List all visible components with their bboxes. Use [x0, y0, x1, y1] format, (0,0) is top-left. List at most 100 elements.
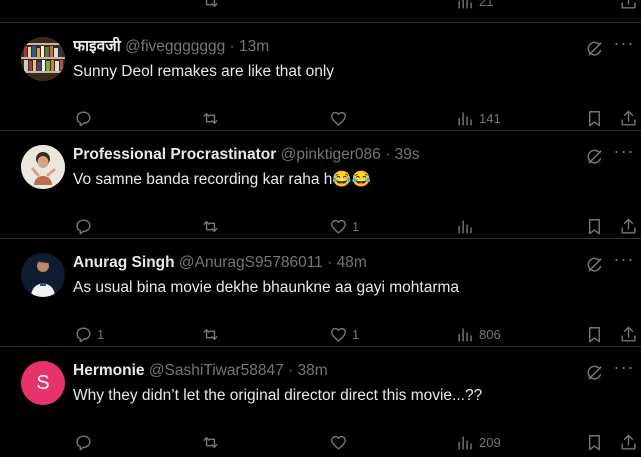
display-name[interactable]: Anurag Singh	[73, 254, 175, 271]
retweet-button[interactable]	[201, 325, 224, 344]
previous-tweet-fragment: 21	[0, 0, 641, 23]
retweet-button[interactable]	[201, 109, 224, 128]
tweet[interactable]: Anurag Singh @AnuragS95786011 · 48m ··· …	[0, 239, 641, 347]
views-button[interactable]: 806	[456, 325, 501, 344]
like-button[interactable]: 1	[329, 325, 359, 344]
more-options-button[interactable]: ···	[613, 142, 635, 165]
bookmark-icon	[589, 219, 600, 235]
tweet-header: Anurag Singh @AnuragS95786011 · 48m	[73, 253, 561, 273]
timestamp[interactable]: 48m	[337, 254, 367, 271]
views-count: 806	[479, 327, 501, 342]
views-button[interactable]: 209	[456, 433, 501, 452]
timestamp[interactable]: 39s	[395, 146, 420, 163]
like-count: 1	[352, 219, 360, 234]
reply-button[interactable]	[74, 217, 97, 236]
reply-button[interactable]	[74, 433, 97, 452]
reply-button[interactable]	[74, 109, 97, 128]
retweet-button[interactable]	[201, 433, 224, 452]
grok-icon[interactable]	[585, 39, 605, 59]
bookmark-icon	[589, 327, 600, 343]
display-name[interactable]: Hermonie	[73, 362, 145, 379]
user-handle[interactable]: @fiveggggggg	[125, 38, 225, 55]
share-button[interactable]	[619, 433, 638, 452]
grok-icon[interactable]	[585, 363, 605, 383]
like-button[interactable]	[329, 109, 352, 128]
tweet-header: Hermonie @SashiTiwar58847 · 38m	[73, 361, 561, 381]
timestamp[interactable]: 13m	[239, 38, 269, 55]
bookmark-icon	[589, 435, 600, 451]
separator: ·	[229, 38, 235, 55]
reply-icon	[76, 327, 91, 343]
share-button[interactable]	[619, 325, 638, 344]
heart-icon	[331, 111, 346, 126]
more-options-button[interactable]: ···	[613, 34, 635, 57]
timestamp[interactable]: 38m	[298, 362, 328, 379]
retweet-icon[interactable]	[201, 0, 220, 11]
views-icon	[458, 112, 472, 126]
share-icon	[621, 218, 636, 234]
share-icon	[621, 434, 636, 450]
user-handle[interactable]: @pinktiger086	[281, 146, 381, 163]
tweet-header: Professional Procrastinator @pinktiger08…	[73, 145, 561, 165]
separator: ·	[327, 254, 333, 271]
tweet-actions: 209	[0, 433, 641, 457]
more-options-button[interactable]: ···	[613, 358, 635, 381]
tweet-text: Why they didn’t let the original directo…	[73, 387, 483, 404]
tweet[interactable]: S Hermonie @SashiTiwar58847 · 38m ··· Wh…	[0, 347, 641, 451]
retweet-icon	[203, 221, 218, 232]
reply-icon	[76, 219, 91, 235]
avatar[interactable]	[21, 253, 65, 297]
tweet-text: Vo samne banda recording kar raha h😂😂	[73, 171, 371, 188]
retweet-icon	[203, 113, 218, 124]
bookmark-icon	[589, 111, 600, 127]
avatar[interactable]: S	[21, 361, 65, 405]
views-count: 209	[479, 435, 501, 450]
separator: ·	[385, 146, 391, 163]
views-icon	[458, 220, 472, 234]
like-button[interactable]: 1	[329, 217, 359, 236]
views-button[interactable]: 21	[456, 0, 493, 11]
share-icon[interactable]	[619, 0, 638, 11]
bookmark-button[interactable]	[585, 325, 604, 344]
bookmark-button[interactable]	[585, 109, 604, 128]
bookshelf-avatar-icon	[21, 37, 65, 81]
grok-icon[interactable]	[585, 147, 605, 167]
like-button[interactable]	[329, 433, 352, 452]
grok-icon[interactable]	[585, 255, 605, 275]
reply-button[interactable]: 1	[74, 325, 104, 344]
user-handle[interactable]: @SashiTiwar58847	[149, 362, 284, 379]
share-button[interactable]	[619, 109, 638, 128]
display-name[interactable]: Professional Procrastinator	[73, 146, 276, 163]
tweet-text: Sunny Deol remakes are like that only	[73, 63, 335, 80]
user-handle[interactable]: @AnuragS95786011	[179, 254, 323, 271]
tweet[interactable]: फाइवजी @fiveggggggg · 13m ··· Sunny Deol…	[0, 23, 641, 131]
views-button[interactable]: 141	[456, 109, 501, 128]
heart-icon	[331, 219, 346, 234]
views-count: 141	[479, 111, 501, 126]
views-button[interactable]	[456, 217, 479, 236]
views-icon	[458, 328, 472, 342]
reply-feed: 21 फाइवजी @fiveggggggg · 13m ··· Sunny D…	[0, 0, 641, 451]
share-icon	[621, 110, 636, 126]
retweet-icon	[203, 329, 218, 340]
cartoon-avatar-icon	[21, 145, 65, 189]
heart-icon	[331, 327, 346, 342]
tweet-actions: 1 1 806	[0, 325, 641, 349]
display-name[interactable]: फाइवजी	[73, 38, 121, 55]
more-options-button[interactable]: ···	[613, 250, 635, 273]
like-count: 1	[352, 327, 360, 342]
reply-icon	[76, 111, 91, 127]
avatar[interactable]	[21, 145, 65, 189]
tweet[interactable]: Professional Procrastinator @pinktiger08…	[0, 131, 641, 239]
avatar[interactable]	[21, 37, 65, 81]
bookmark-button[interactable]	[585, 433, 604, 452]
tweet-text: As usual bina movie dekhe bhaunkne aa ga…	[73, 279, 460, 296]
reply-count: 1	[97, 327, 105, 342]
views-icon	[458, 436, 472, 450]
bookmark-button[interactable]	[585, 217, 604, 236]
retweet-button[interactable]	[201, 217, 224, 236]
reply-icon	[76, 435, 91, 451]
share-icon	[621, 326, 636, 342]
share-button[interactable]	[619, 217, 638, 236]
tweet-header: फाइवजी @fiveggggggg · 13m	[73, 37, 561, 57]
